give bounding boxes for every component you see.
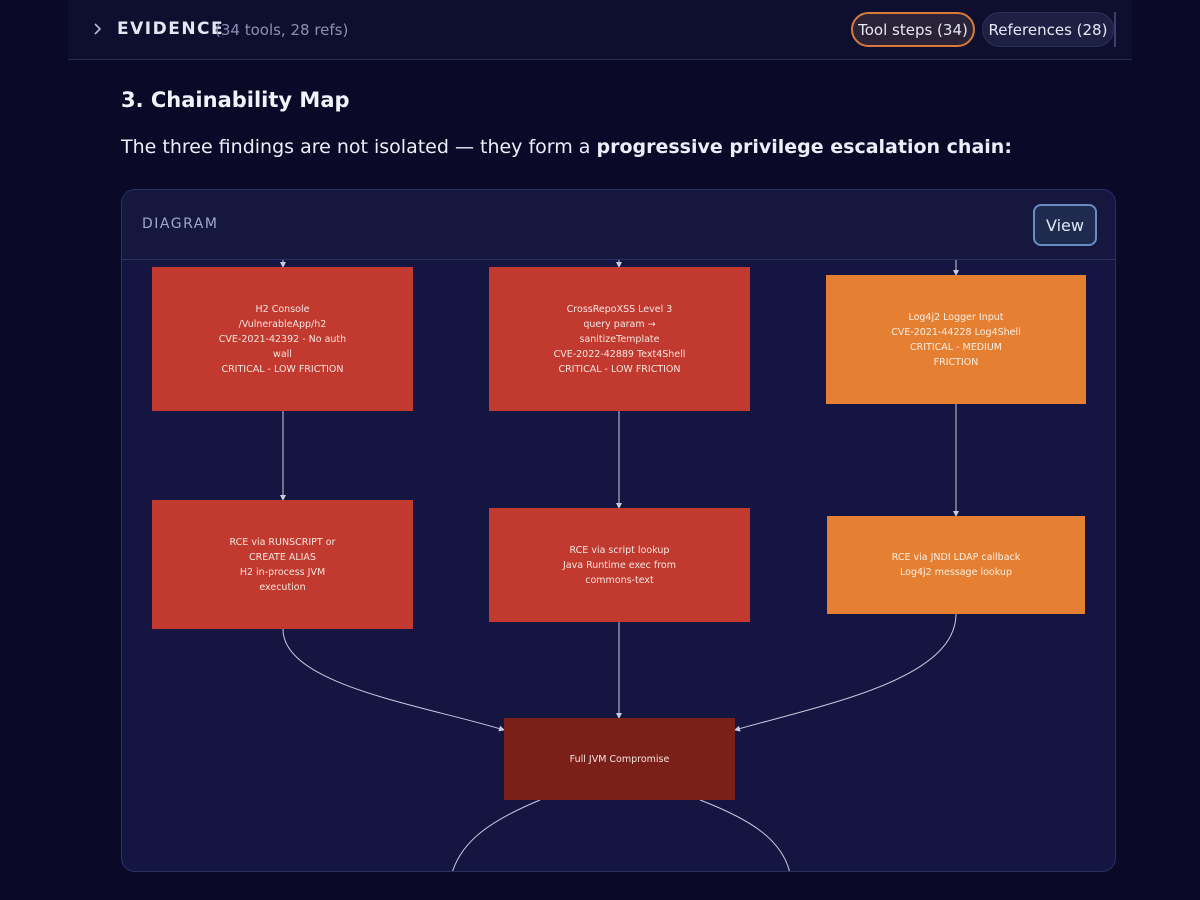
edge-rce-h2-full: [282, 628, 505, 732]
scroll-edge: [1114, 12, 1116, 47]
node-rce-script[interactable]: RCE via script lookup Java Runtime exec …: [489, 508, 750, 622]
evidence-bar: EVIDENCE (34 tools, 28 refs) Tool steps …: [68, 0, 1132, 60]
node-rce-h2[interactable]: RCE via RUNSCRIPT or CREATE ALIAS H2 in-…: [152, 500, 413, 629]
references-button[interactable]: References (28): [982, 12, 1114, 47]
tool-steps-button[interactable]: Tool steps (34): [851, 12, 975, 47]
intro-text: The three findings are not isolated — th…: [121, 136, 597, 158]
evidence-count: (34 tools, 28 refs): [215, 21, 349, 39]
chevron-right-icon[interactable]: [90, 19, 106, 39]
node-full-jvm-compromise[interactable]: Full JVM Compromise: [504, 718, 735, 800]
node-rce-jndi[interactable]: RCE via JNDI LDAP callback Log4j2 messag…: [827, 516, 1085, 614]
section-heading: 3. Chainability Map: [121, 88, 350, 112]
diagram-panel: DIAGRAM View H2 Console /VulnerableApp/h…: [121, 189, 1116, 872]
edge-full-out-left: [452, 799, 541, 871]
evidence-label[interactable]: EVIDENCE: [117, 19, 224, 39]
section-intro: The three findings are not isolated — th…: [121, 136, 1121, 158]
node-crossrepoxss[interactable]: CrossRepoXSS Level 3 query param → sanit…: [489, 267, 750, 411]
edge-rce-jndi-full: [734, 613, 957, 732]
node-h2-console[interactable]: H2 Console /VulnerableApp/h2 CVE-2021-42…: [152, 267, 413, 411]
edge-full-out-right: [699, 799, 790, 871]
intro-emphasis: progressive privilege escalation chain:: [596, 136, 1012, 158]
node-log4j2-input[interactable]: Log4j2 Logger Input CVE-2021-44228 Log4S…: [826, 275, 1086, 404]
